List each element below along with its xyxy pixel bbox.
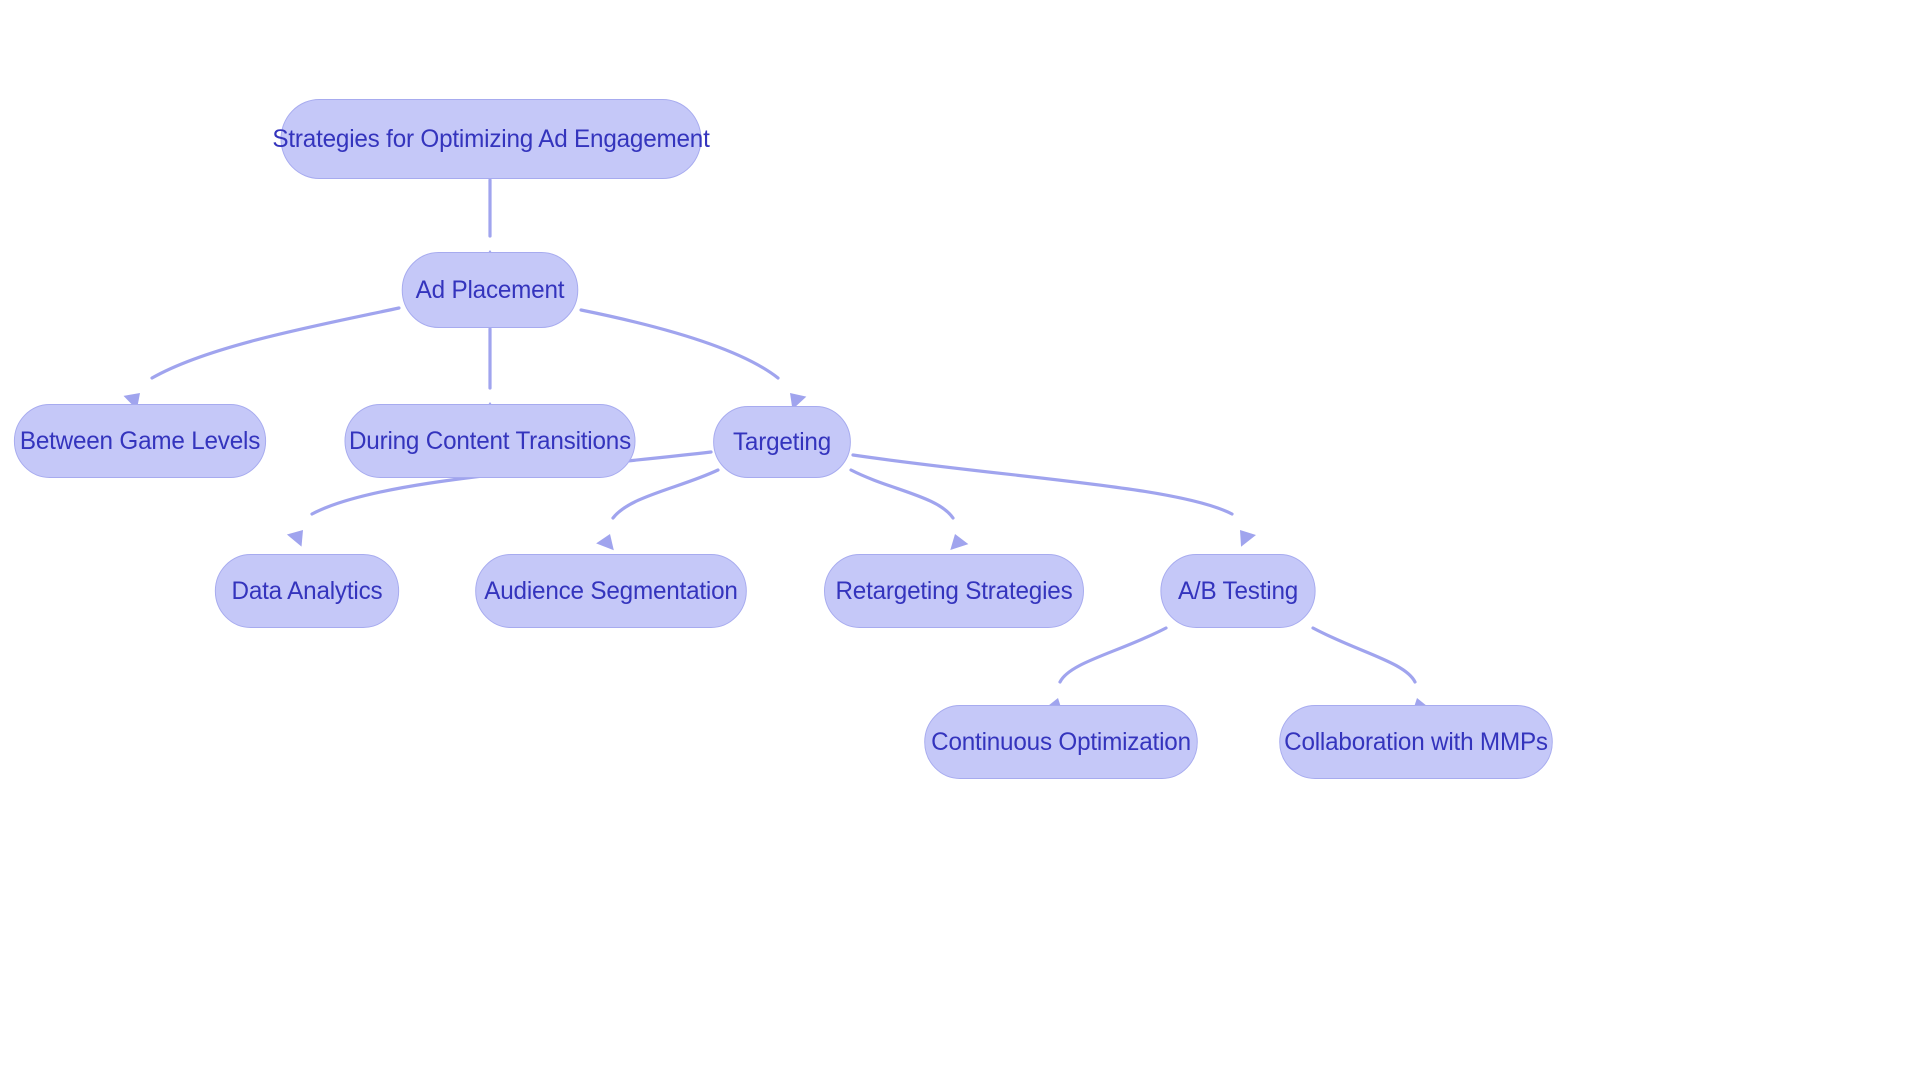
node-label-retargeting_strategies: Retargeting Strategies: [835, 576, 1073, 605]
edge-ab_testing-to-continuous_optimization: [1058, 626, 1168, 684]
node-label-targeting: Targeting: [732, 427, 832, 456]
node-label-root: Strategies for Optimizing Ad Engagement: [272, 124, 710, 153]
edge-targeting-to-ab_testing: [851, 453, 1234, 516]
node-label-during_content_transitions: During Content Transitions: [348, 426, 632, 455]
node-audience_segmentation[interactable]: Audience Segmentation: [475, 554, 747, 628]
node-between_game_levels[interactable]: Between Game Levels: [13, 404, 267, 478]
node-root[interactable]: Strategies for Optimizing Ad Engagement: [272, 99, 710, 179]
node-label-continuous_optimization: Continuous Optimization: [931, 727, 1191, 756]
arrowhead-targeting-to-audience_segmentation: [596, 534, 614, 551]
arrowhead-targeting-to-ab_testing: [1240, 530, 1256, 547]
arrowhead-targeting-to-data_analytics: [286, 530, 303, 547]
node-retargeting_strategies[interactable]: Retargeting Strategies: [824, 554, 1084, 628]
node-label-ad_placement: Ad Placement: [415, 275, 565, 304]
node-ad_placement[interactable]: Ad Placement: [401, 252, 579, 328]
node-during_content_transitions[interactable]: During Content Transitions: [344, 404, 636, 478]
node-label-data_analytics: Data Analytics: [231, 576, 383, 605]
node-collaboration_with_mmps[interactable]: Collaboration with MMPs: [1279, 705, 1553, 779]
edge-ad_placement-to-between_game_levels: [150, 306, 401, 380]
node-label-collaboration_with_mmps: Collaboration with MMPs: [1284, 727, 1548, 756]
flowchart-canvas: Strategies for Optimizing Ad Engagement A…: [0, 0, 1920, 1083]
edge-targeting-to-retargeting_strategies: [849, 468, 955, 520]
arrowhead-targeting-to-retargeting_strategies: [950, 534, 969, 551]
node-label-between_game_levels: Between Game Levels: [19, 426, 261, 455]
edge-targeting-to-audience_segmentation: [611, 468, 720, 520]
node-label-audience_segmentation: Audience Segmentation: [484, 576, 738, 605]
edge-ab_testing-to-collaboration_with_mmps: [1311, 626, 1417, 684]
node-data_analytics[interactable]: Data Analytics: [214, 554, 400, 628]
node-ab_testing[interactable]: A/B Testing: [1160, 554, 1316, 628]
node-continuous_optimization[interactable]: Continuous Optimization: [924, 705, 1198, 779]
node-targeting[interactable]: Targeting: [713, 406, 851, 478]
edge-ad_placement-to-targeting: [579, 308, 780, 380]
node-label-ab_testing: A/B Testing: [1177, 576, 1299, 605]
